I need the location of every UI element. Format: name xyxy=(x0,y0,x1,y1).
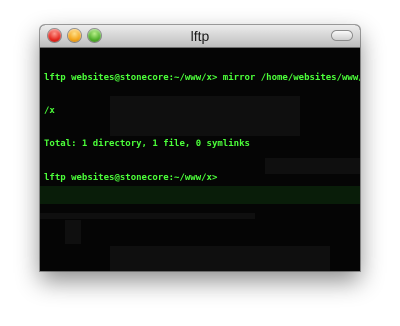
terminal-output: lftp websites@stonecore:~/www/x> mirror … xyxy=(44,51,360,206)
terminal-line: Total: 1 directory, 1 file, 0 symlinks xyxy=(44,139,250,149)
terminal-window: lftp lftp websites@stonecore:~/www/x> mi… xyxy=(40,25,360,271)
window-title: lftp xyxy=(190,28,210,44)
terminal-area[interactable]: lftp websites@stonecore:~/www/x> mirror … xyxy=(40,48,360,271)
terminal-prompt: lftp websites@stonecore:~/www/x> xyxy=(44,172,356,184)
toolbar-toggle-icon[interactable] xyxy=(332,31,352,40)
terminal-line: lftp websites@stonecore:~/www/x> mirror … xyxy=(44,73,360,83)
text-cursor xyxy=(217,172,222,181)
background-ghost xyxy=(40,213,255,219)
background-ghost xyxy=(65,220,81,244)
terminal-line: /x xyxy=(44,106,55,116)
background-ghost xyxy=(110,246,330,271)
title-bar[interactable]: lftp xyxy=(40,25,360,48)
terminal-prompt-text: lftp websites@stonecore:~/www/x> xyxy=(44,173,218,183)
